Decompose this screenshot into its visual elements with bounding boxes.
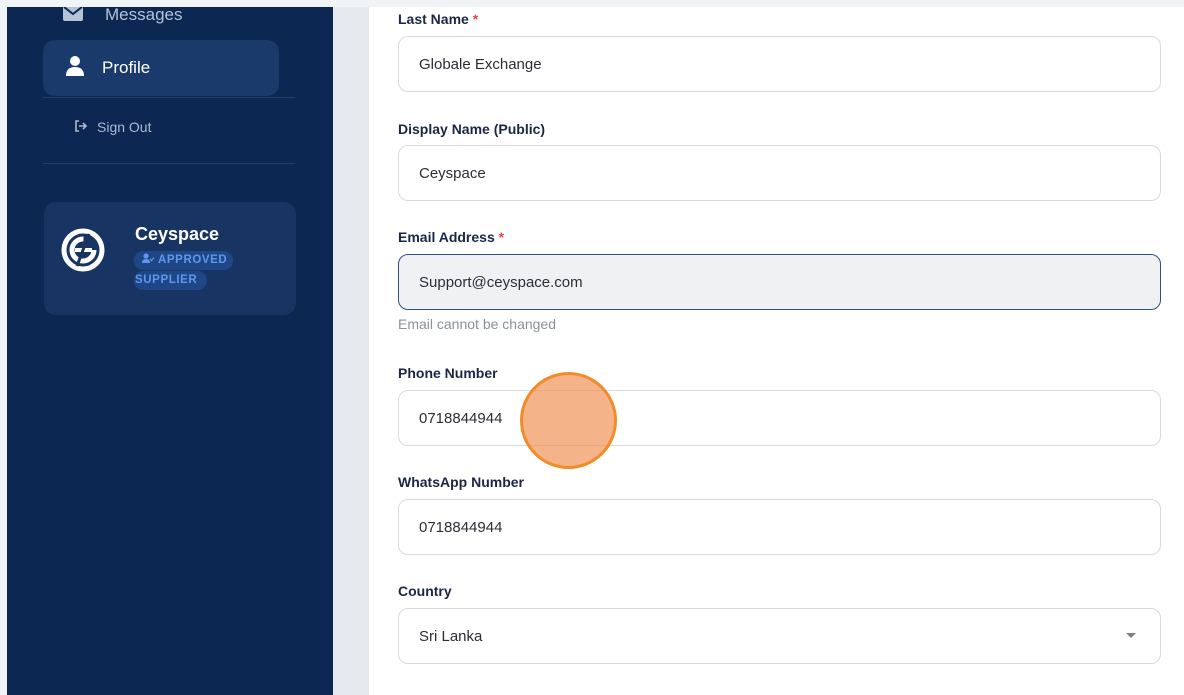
divider xyxy=(43,163,295,164)
email-field[interactable]: Support@ceyspace.com xyxy=(398,254,1161,310)
sidebar-item-label: Profile xyxy=(102,58,151,77)
badge-text: APPROVED xyxy=(158,254,228,266)
ceyspace-logo xyxy=(61,228,105,272)
required-marker: * xyxy=(472,11,479,27)
user-check-icon xyxy=(142,251,155,270)
last-name-field[interactable]: Globale Exchange xyxy=(398,36,1161,92)
sidebar-item-label: Messages xyxy=(105,7,183,24)
display-name-field[interactable]: Ceyspace xyxy=(398,145,1161,201)
last-name-label: Last Name * xyxy=(398,11,479,27)
sidebar: Messages Profile Sign Out Ceyspace APPRO… xyxy=(7,7,333,695)
country-label: Country xyxy=(398,583,452,599)
email-value: Support@ceyspace.com xyxy=(419,273,583,291)
country-select[interactable]: Sri Lanka xyxy=(398,608,1161,664)
email-hint: Email cannot be changed xyxy=(398,316,556,332)
profile-card[interactable]: Ceyspace APPROVED SUPPLIER xyxy=(44,202,296,315)
whatsapp-label: WhatsApp Number xyxy=(398,474,524,490)
phone-label: Phone Number xyxy=(398,365,498,381)
status-badge: APPROVED SUPPLIER xyxy=(134,251,252,290)
badge-text: SUPPLIER xyxy=(134,271,208,290)
display-name-label: Display Name (Public) xyxy=(398,121,546,137)
sign-out-label: Sign Out xyxy=(97,119,152,135)
divider xyxy=(43,97,295,98)
email-label: Email Address * xyxy=(398,229,505,245)
phone-field[interactable]: 0718844944 xyxy=(398,390,1161,446)
sign-out-button[interactable]: Sign Out xyxy=(74,119,151,135)
phone-value: 0718844944 xyxy=(419,409,503,427)
required-marker: * xyxy=(498,229,505,245)
profile-name: Ceyspace xyxy=(135,224,220,244)
sign-out-icon xyxy=(74,119,88,135)
whatsapp-value: 0718844944 xyxy=(419,518,503,536)
sidebar-item-messages[interactable]: Messages xyxy=(63,7,182,30)
user-icon xyxy=(66,55,84,81)
app-frame: Messages Profile Sign Out Ceyspace APPRO… xyxy=(0,0,1184,695)
click-indicator xyxy=(520,372,617,469)
whatsapp-field[interactable]: 0718844944 xyxy=(398,499,1161,555)
content-gutter xyxy=(333,7,369,695)
sidebar-item-profile[interactable]: Profile xyxy=(43,40,279,96)
display-name-value: Ceyspace xyxy=(419,164,486,182)
caret-down-icon xyxy=(1126,633,1136,638)
country-value: Sri Lanka xyxy=(419,627,483,645)
envelope-icon xyxy=(63,7,83,26)
profile-form: Last Name * Globale Exchange Display Nam… xyxy=(369,7,1184,695)
last-name-value: Globale Exchange xyxy=(419,55,542,73)
